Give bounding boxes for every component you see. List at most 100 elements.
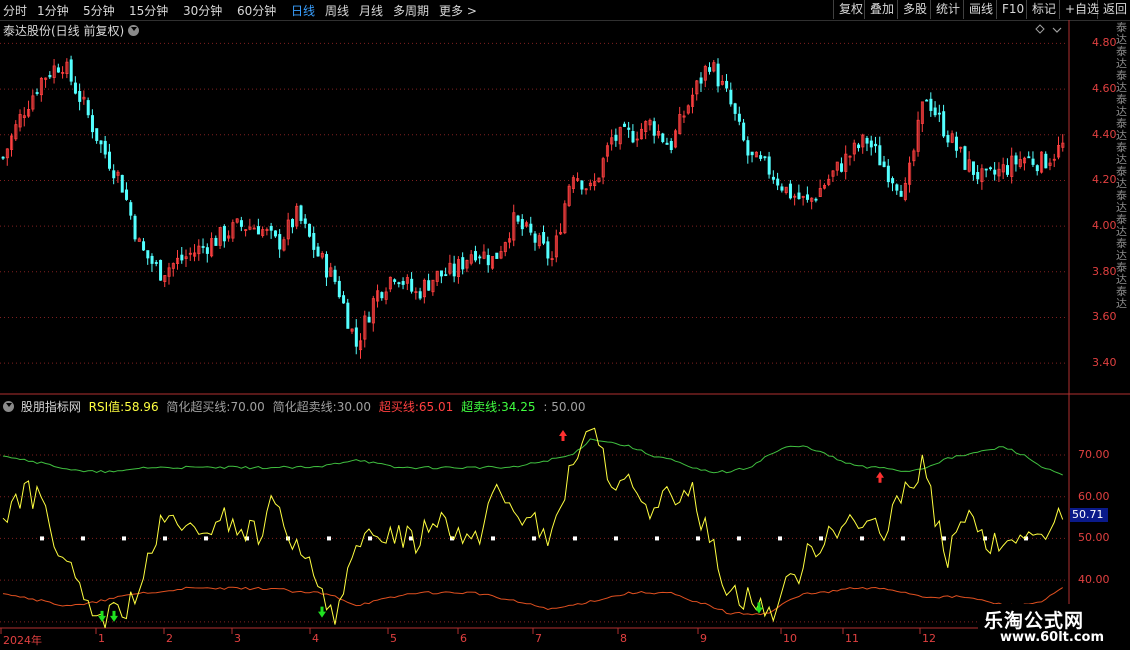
candle-body (273, 230, 277, 237)
chevron-down-icon[interactable] (3, 401, 14, 412)
toolbar-button-5[interactable]: F10 (996, 0, 1029, 19)
candle-body (584, 188, 588, 191)
candle-body (125, 189, 129, 200)
rsi-value: 58.96 (124, 400, 159, 414)
toolbar-button-1[interactable]: 叠加 (864, 0, 899, 19)
candle-body (878, 145, 882, 166)
candle-body (286, 219, 290, 240)
candle-body (150, 255, 154, 264)
candle-body (1052, 158, 1056, 161)
midline-marker (204, 536, 208, 541)
period-tab-4[interactable]: 30分钟 (183, 2, 222, 19)
candle-body (465, 260, 469, 269)
watermark-url: www.60lt.com (1000, 630, 1105, 645)
period-tab-3[interactable]: 15分钟 (129, 2, 168, 19)
candle-body (184, 256, 188, 260)
period-tab-1[interactable]: 1分钟 (37, 2, 69, 19)
candle-body (959, 146, 963, 149)
candle-body (108, 151, 112, 169)
candle-body (65, 61, 69, 74)
midline-marker (573, 536, 577, 541)
candle-body (380, 292, 384, 299)
candle-body (188, 252, 192, 255)
candle-body (937, 112, 941, 115)
candle-body (886, 165, 890, 183)
candle-body (912, 150, 916, 162)
candle-body (699, 77, 703, 84)
candle-body (193, 252, 197, 257)
candle-body (818, 188, 822, 197)
price-tick-label: 4.40 (1092, 127, 1117, 141)
midline-marker (286, 536, 290, 541)
candle-body (176, 257, 180, 264)
candle-body (780, 186, 784, 191)
sell-signal-arrow-icon (876, 471, 884, 483)
chart-canvas[interactable] (0, 0, 1130, 650)
toolbar-button-3[interactable]: 统计 (930, 0, 965, 19)
candle-body (512, 212, 516, 241)
candle-body (137, 238, 141, 242)
midline-marker (942, 536, 946, 541)
candle-body (405, 277, 409, 284)
period-tab-8[interactable]: 月线 (359, 2, 383, 19)
period-tab-0[interactable]: 分时 (3, 2, 27, 19)
candle-body (750, 151, 754, 156)
candle-body (759, 155, 763, 159)
chevron-down-icon[interactable] (128, 25, 140, 36)
candle-body (903, 182, 907, 200)
candle-body (665, 142, 669, 145)
candle-body (674, 130, 678, 148)
x-tick-label: 5 (390, 632, 397, 645)
candle-body (27, 109, 31, 117)
period-tab-6[interactable]: 日线 (291, 2, 315, 19)
period-tab-9[interactable]: 多周期 (393, 2, 429, 19)
sell-signal-arrow-icon (559, 430, 567, 442)
midline-marker (655, 536, 659, 541)
candle-body (222, 225, 226, 242)
candle-body (508, 238, 512, 243)
candle-body (116, 171, 120, 176)
toolbar-button-2[interactable]: 多股 (897, 0, 932, 19)
toolbar-button-7[interactable]: +自选 (1059, 0, 1104, 19)
candle-body (916, 119, 920, 152)
toolbar-button-0[interactable]: 复权 (833, 0, 868, 19)
candle-body (622, 123, 626, 127)
indicator-panel-title: 股朋指标网 RSI值:58.96 简化超买线:70.00 简化超卖线:30.00… (3, 398, 586, 415)
price-tick-label: 4.00 (1092, 219, 1117, 233)
x-tick-label: 1 (98, 632, 105, 645)
candle-body (133, 215, 137, 240)
candle-body (997, 168, 1001, 177)
candle-body (1061, 142, 1065, 148)
candle-body (695, 80, 699, 95)
candle-body (882, 161, 886, 168)
candle-body (691, 94, 695, 107)
candle-body (210, 238, 214, 257)
candle-body (48, 74, 52, 78)
candle-body (516, 215, 520, 222)
toolbar-button-6[interactable]: 标记 (1026, 0, 1061, 19)
period-tab-7[interactable]: 周线 (325, 2, 349, 19)
midline-marker (696, 536, 700, 541)
diamond-icon (1035, 24, 1045, 34)
candle-body (167, 267, 171, 277)
period-tab-2[interactable]: 5分钟 (83, 2, 115, 19)
candle-body (754, 151, 758, 158)
candle-body (39, 77, 43, 96)
candle-body (980, 168, 984, 183)
period-tab-10[interactable]: 更多 > (439, 2, 477, 19)
midline-marker (491, 536, 495, 541)
period-tab-5[interactable]: 60分钟 (237, 2, 276, 19)
candle-body (971, 161, 975, 175)
candle-body (610, 137, 614, 145)
candle-body (291, 219, 295, 228)
candle-body (576, 178, 580, 181)
price-tick-label: 4.80 (1092, 36, 1117, 50)
candle-body (478, 256, 482, 259)
candle-body (354, 327, 358, 347)
right-info-strip[interactable]: 泰达泰达泰达泰达泰达泰达泰达泰达泰达泰达泰达泰达 (1116, 22, 1130, 392)
candle-body (35, 92, 39, 94)
toolbar-button-4[interactable]: 画线 (963, 0, 998, 19)
candle-body (18, 114, 22, 128)
midline-marker (81, 536, 85, 541)
candle-body (831, 170, 835, 177)
